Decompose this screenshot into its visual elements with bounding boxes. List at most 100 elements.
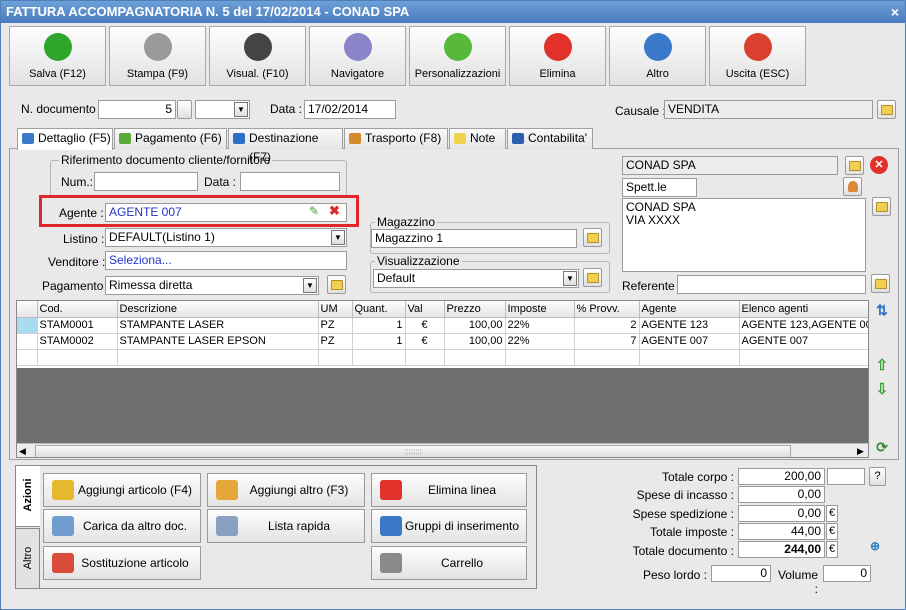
action-button-9[interactable]: Carrello <box>371 546 527 580</box>
table-row[interactable]: STAM0002 STAMPANTE LASER EPSON PZ 1 €100,00 2… <box>17 333 868 350</box>
table-row[interactable]: STAM0001 STAMPANTE LASER PZ 1 €100,00 22% 2 AGE… <box>17 317 868 334</box>
tab-2[interactable]: Pagamento (F6) <box>114 128 227 149</box>
table-cell[interactable] <box>37 349 118 366</box>
action-button-5[interactable]: Lista rapida <box>207 509 365 543</box>
pagamento-select[interactable]: Rimessa diretta ▼ <box>105 276 319 295</box>
tab-1[interactable]: Dettaglio (F5) <box>17 128 113 150</box>
table-cell[interactable]: 100,00 <box>444 317 506 334</box>
pagamento-folder-button[interactable] <box>327 275 346 294</box>
table-cell[interactable]: 2 <box>574 317 640 334</box>
table-cell[interactable]: AGENTE 007 <box>739 333 868 350</box>
rif-data-input[interactable] <box>240 172 340 191</box>
action-button-1[interactable]: Aggiungi articolo (F4) <box>43 473 201 507</box>
table-cell[interactable]: AGENTE 007 <box>639 333 740 350</box>
table-cell[interactable]: 1 <box>352 317 406 334</box>
listino-select[interactable]: DEFAULT(Listino 1) ▼ <box>105 228 347 247</box>
refresh-icon[interactable]: ⟳ <box>874 439 890 457</box>
table-cell[interactable]: STAMPANTE LASER EPSON <box>117 333 319 350</box>
magazzino-input[interactable]: Magazzino 1 <box>371 229 577 248</box>
table-cell[interactable] <box>444 349 506 366</box>
grid-header-cell[interactable]: Prezzo <box>444 301 506 318</box>
cliente-search-button[interactable] <box>843 177 862 196</box>
scroll-thumb[interactable]: :::::::: <box>35 445 791 457</box>
grid-header-cell[interactable]: Cod. <box>37 301 118 318</box>
table-cell[interactable] <box>574 349 640 366</box>
action-button-6[interactable]: Gruppi di inserimento <box>371 509 527 543</box>
grid-header-cell[interactable]: Imposte <box>505 301 575 318</box>
ndoc-spin-button[interactable] <box>177 100 192 119</box>
causale-input[interactable]: VENDITA <box>664 100 873 119</box>
help-button[interactable]: ? <box>869 467 886 486</box>
totale-corpo-value[interactable]: 200,00 <box>738 468 825 485</box>
totale-documento-value[interactable]: 244,00 <box>738 541 825 558</box>
table-cell[interactable] <box>17 317 38 334</box>
action-button-4[interactable]: Carica da altro doc. <box>43 509 201 543</box>
toolbar-button-7[interactable]: Altro <box>609 26 706 86</box>
table-cell[interactable]: STAM0001 <box>37 317 118 334</box>
table-cell[interactable]: € <box>405 317 445 334</box>
spese-spedizione-value[interactable]: 0,00 <box>738 505 825 522</box>
edit-pencil-icon[interactable]: ✎ <box>309 204 319 218</box>
totale-imposte-value[interactable]: 44,00 <box>738 523 825 540</box>
toolbar-button-2[interactable]: Stampa (F9) <box>109 26 206 86</box>
grid-header-cell[interactable] <box>17 301 38 318</box>
table-cell[interactable]: 100,00 <box>444 333 506 350</box>
toolbar-button-4[interactable]: Navigatore <box>309 26 406 86</box>
table-cell[interactable]: AGENTE 123 <box>639 317 740 334</box>
scroll-right-icon[interactable]: ▶ <box>857 446 864 457</box>
tab-3[interactable]: Destinazione (F7) <box>228 128 343 164</box>
table-cell[interactable]: AGENTE 123,AGENTE 007 <box>739 317 868 334</box>
tab-4[interactable]: Trasporto (F8) <box>344 128 448 149</box>
visualizzazione-select[interactable]: Default ▼ <box>373 269 579 288</box>
referente-input[interactable] <box>677 275 866 294</box>
grid-header-cell[interactable]: Quant. <box>352 301 406 318</box>
venditore-input[interactable]: Seleziona... <box>105 251 347 270</box>
toolbar-button-1[interactable]: Salva (F12) <box>9 26 106 86</box>
table-cell[interactable]: 22% <box>505 333 575 350</box>
referente-folder-button[interactable] <box>871 274 890 293</box>
table-cell[interactable] <box>17 349 38 366</box>
clear-x-icon[interactable]: ✖ <box>329 203 340 219</box>
toolbar-button-3[interactable]: Visual. (F10) <box>209 26 306 86</box>
table-cell[interactable]: STAMPANTE LASER <box>117 317 319 334</box>
toolbar-button-5[interactable]: Personalizzazioni <box>409 26 506 86</box>
magazzino-folder-button[interactable] <box>583 228 602 247</box>
sort-updown-icon[interactable]: ⇅ <box>874 302 890 320</box>
move-down-icon[interactable]: ⇩ <box>874 380 890 398</box>
action-button-7[interactable]: Sostituzione articolo <box>43 546 201 580</box>
grid-header-cell[interactable]: Elenco agenti <box>739 301 868 318</box>
grid-header-cell[interactable]: Descrizione <box>117 301 319 318</box>
grid-header-cell[interactable]: UM <box>318 301 353 318</box>
table-cell[interactable]: STAM0002 <box>37 333 118 350</box>
tab-azioni[interactable]: Azioni <box>15 465 40 527</box>
table-cell[interactable]: PZ <box>318 317 353 334</box>
close-icon[interactable]: × <box>891 1 899 23</box>
move-up-icon[interactable]: ⇧ <box>874 356 890 374</box>
toolbar-button-8[interactable]: Uscita (ESC) <box>709 26 806 86</box>
table-cell[interactable]: 22% <box>505 317 575 334</box>
table-cell[interactable]: 7 <box>574 333 640 350</box>
table-cell[interactable] <box>505 349 575 366</box>
peso-lordo-value[interactable]: 0 <box>711 565 771 582</box>
cliente-remove-icon[interactable]: ✕ <box>870 156 888 174</box>
address-box[interactable]: CONAD SPA VIA XXXX <box>622 198 866 272</box>
action-button-2[interactable]: Aggiungi altro (F3) <box>207 473 365 507</box>
volume-value[interactable]: 0 <box>823 565 871 582</box>
cliente-name-input[interactable]: CONAD SPA <box>622 156 838 175</box>
cliente-folder-button[interactable] <box>845 156 864 175</box>
tab-altro[interactable]: Altro <box>15 528 40 589</box>
table-row-empty[interactable] <box>17 349 868 366</box>
ndoc-input[interactable]: 5 <box>98 100 176 119</box>
table-cell[interactable] <box>739 349 868 366</box>
tab-6[interactable]: Contabilita' <box>507 128 593 149</box>
table-cell[interactable]: PZ <box>318 333 353 350</box>
zoom-plus-icon[interactable]: ⊕ <box>870 539 887 556</box>
table-cell[interactable] <box>117 349 319 366</box>
spese-incasso-value[interactable]: 0,00 <box>738 486 825 503</box>
address-folder-button[interactable] <box>872 197 891 216</box>
table-cell[interactable]: € <box>405 333 445 350</box>
grid-header-cell[interactable]: % Provv. <box>574 301 640 318</box>
spett-input[interactable]: Spett.le <box>622 178 697 197</box>
table-cell[interactable] <box>318 349 353 366</box>
tab-5[interactable]: Note <box>449 128 506 149</box>
